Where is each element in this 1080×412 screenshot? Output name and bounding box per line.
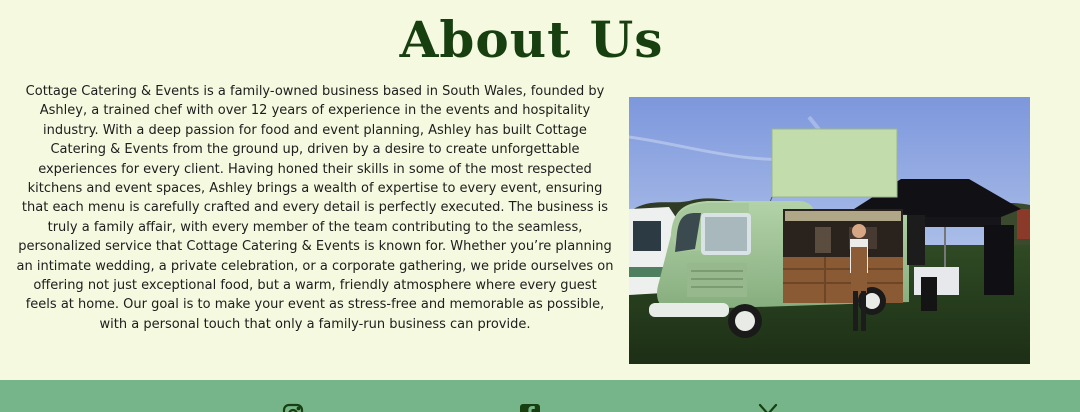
page-title: About Us bbox=[399, 10, 664, 69]
x-icon[interactable] bbox=[756, 402, 780, 412]
about-page: About Us Cottage Catering & Events is a … bbox=[0, 0, 1080, 412]
food-truck-photo bbox=[629, 97, 1030, 364]
instagram-icon[interactable] bbox=[281, 402, 305, 412]
footer bbox=[0, 380, 1080, 412]
facebook-icon[interactable] bbox=[518, 402, 542, 412]
about-description: Cottage Catering & Events is a family-ow… bbox=[16, 84, 614, 332]
